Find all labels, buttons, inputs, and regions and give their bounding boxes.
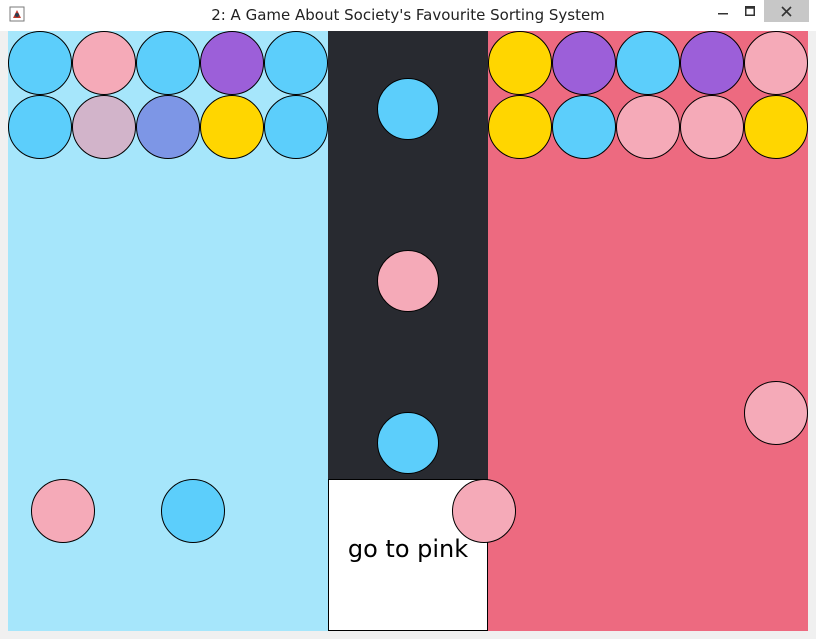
close-button[interactable] xyxy=(764,0,809,22)
window-title: 2: A Game About Society's Favourite Sort… xyxy=(211,6,605,24)
ball-blue[interactable] xyxy=(264,95,328,159)
ball-purple[interactable] xyxy=(680,31,744,95)
title-bar: 2: A Game About Society's Favourite Sort… xyxy=(0,0,816,31)
ball-yellow[interactable] xyxy=(488,31,552,95)
ball-pink[interactable] xyxy=(680,95,744,159)
ball-blue[interactable] xyxy=(264,31,328,95)
minimize-icon xyxy=(718,13,728,15)
ball-yellow[interactable] xyxy=(744,95,808,159)
game-canvas[interactable]: go to pink xyxy=(8,31,808,631)
ball-blue[interactable] xyxy=(161,479,225,543)
ball-pink[interactable] xyxy=(377,250,439,312)
ball-mauve[interactable] xyxy=(72,95,136,159)
ball-blue[interactable] xyxy=(552,95,616,159)
ball-pink[interactable] xyxy=(72,31,136,95)
ball-pink[interactable] xyxy=(31,479,95,543)
ball-blue[interactable] xyxy=(377,78,439,140)
ball-pink[interactable] xyxy=(452,479,516,543)
ball-purple[interactable] xyxy=(200,31,264,95)
instruction-text: go to pink xyxy=(347,535,469,563)
maximize-icon xyxy=(745,6,755,16)
close-icon xyxy=(781,5,792,17)
ball-blue[interactable] xyxy=(377,412,439,474)
ball-yellow[interactable] xyxy=(488,95,552,159)
ball-blue[interactable] xyxy=(136,31,200,95)
ball-blue[interactable] xyxy=(8,31,72,95)
ball-pink[interactable] xyxy=(744,381,808,445)
ball-blue[interactable] xyxy=(616,31,680,95)
ball-periwinkle[interactable] xyxy=(136,95,200,159)
ball-purple[interactable] xyxy=(552,31,616,95)
ball-yellow[interactable] xyxy=(200,95,264,159)
ball-pink[interactable] xyxy=(744,31,808,95)
minimize-button[interactable] xyxy=(710,0,736,22)
maximize-button[interactable] xyxy=(737,0,763,22)
ball-pink[interactable] xyxy=(616,95,680,159)
ball-blue[interactable] xyxy=(8,95,72,159)
